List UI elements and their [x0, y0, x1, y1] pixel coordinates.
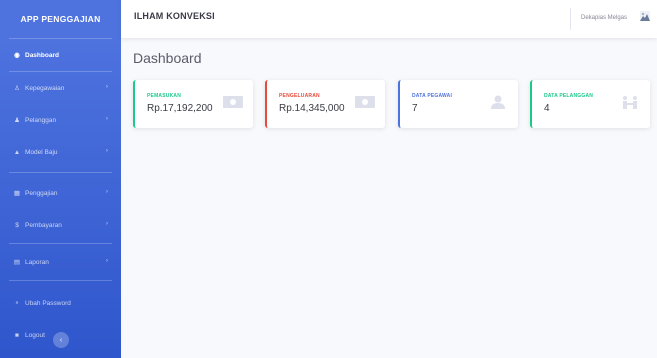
sidebar-divider — [9, 280, 112, 281]
sidebar-item-label: Logout — [25, 331, 45, 339]
card-label: DATA PELANGGAN — [544, 93, 594, 99]
sidebar-item-label: Penggajian — [25, 189, 58, 197]
chevron-right-icon: › — [105, 147, 108, 154]
sidebar-item-model-baju[interactable]: ▲ Model Baju › — [0, 136, 121, 168]
sidebar-item-laporan[interactable]: ▤ Laporan › — [0, 246, 121, 278]
key-icon: ⚬ — [14, 300, 20, 307]
sidebar-toggle-button[interactable]: ‹ — [53, 332, 69, 348]
avatar[interactable] — [640, 11, 650, 21]
sidebar-item-pembayaran[interactable]: $ Pembayaran › — [0, 209, 121, 241]
user-icon — [491, 95, 505, 109]
sidebar: APP PENGGAJIAN ◉ Dashboard ♙ Kepegawaian… — [0, 0, 121, 358]
sidebar-item-penggajian[interactable]: ▦ Penggajian › — [0, 177, 121, 209]
employee-card: DATA PEGAWAI 7 — [398, 80, 518, 128]
sidebar-item-label: Model Baju — [25, 148, 58, 156]
money-bill-icon — [355, 96, 375, 108]
sidebar-item-ubah-password[interactable]: ⚬ Ubah Password — [0, 287, 121, 319]
topbar: ILHAM KONVEKSI Dekapias Melgas — [121, 0, 657, 38]
card-value: Rp.17,192,200 — [147, 103, 213, 114]
card-label: PENGELUARAN — [279, 93, 320, 99]
sidebar-item-label: Dashboard — [25, 51, 59, 59]
table-icon: ▦ — [13, 190, 21, 197]
sidebar-item-dashboard[interactable]: ◉ Dashboard — [0, 39, 121, 71]
logout-icon: ■ — [15, 331, 19, 339]
sidebar-item-label: Pembayaran — [25, 221, 62, 229]
money-bill-icon — [223, 96, 243, 108]
users-icon: ♙ — [14, 85, 20, 92]
chevron-right-icon: › — [105, 83, 108, 90]
card-value: 4 — [544, 103, 550, 114]
topbar-title: ILHAM KONVEKSI — [134, 11, 215, 21]
sidebar-item-label: Kepegawaian — [25, 84, 65, 92]
page-title: Dashboard — [133, 50, 202, 66]
expense-card: PENGELUARAN Rp.14,345,000 — [265, 80, 385, 128]
chevron-right-icon: › — [105, 257, 108, 264]
sidebar-divider — [9, 243, 112, 244]
card-value: Rp.14,345,000 — [279, 103, 345, 114]
chevron-right-icon: › — [105, 188, 108, 195]
user-group-icon: ♟ — [14, 117, 20, 124]
sidebar-item-label: Ubah Password — [25, 299, 71, 307]
customer-card: DATA PELANGGAN 4 — [530, 80, 650, 128]
sidebar-divider — [9, 172, 112, 173]
people-icon — [623, 96, 637, 109]
sidebar-item-label: Laporan — [25, 258, 49, 266]
sidebar-item-kepegawaian[interactable]: ♙ Kepegawaian › — [0, 72, 121, 104]
user-name[interactable]: Dekapias Melgas — [581, 15, 627, 21]
card-label: DATA PEGAWAI — [412, 93, 453, 99]
shirt-icon: ▲ — [13, 148, 21, 156]
sidebar-item-label: Pelanggan — [25, 116, 57, 124]
chevron-right-icon: › — [105, 115, 108, 122]
chevron-right-icon: › — [105, 220, 108, 227]
sidebar-brand[interactable]: APP PENGGAJIAN — [0, 0, 121, 38]
dollar-icon: $ — [15, 221, 19, 229]
topbar-divider — [570, 8, 571, 30]
tachometer-icon: ◉ — [14, 52, 20, 59]
card-label: PEMASUKAN — [147, 93, 182, 99]
card-value: 7 — [412, 103, 418, 114]
income-card: PEMASUKAN Rp.17,192,200 — [133, 80, 253, 128]
sidebar-item-pelanggan[interactable]: ♟ Pelanggan › — [0, 104, 121, 136]
file-icon: ▤ — [13, 259, 21, 266]
